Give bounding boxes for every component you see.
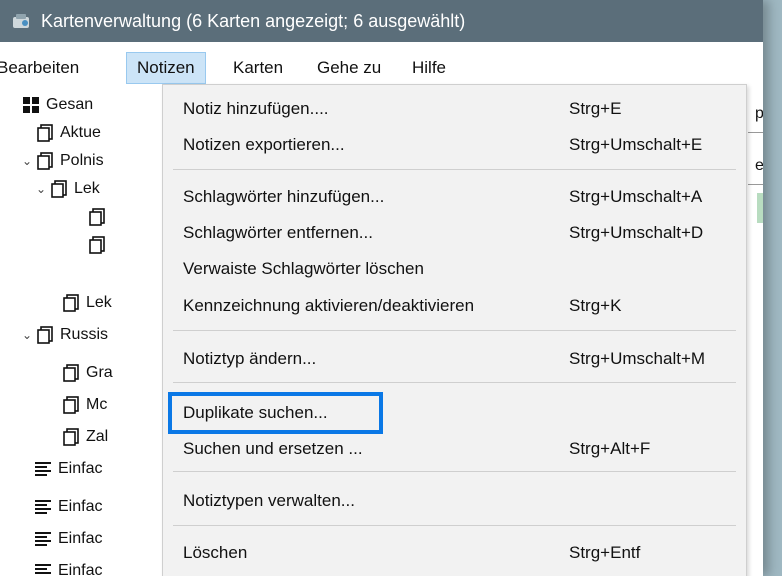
menu-item-label: Verwaiste Schlagwörter löschen <box>183 259 424 278</box>
cards-icon <box>89 208 105 226</box>
menu-item-label: Löschen <box>183 543 248 562</box>
chevron-down-icon[interactable]: ⌄ <box>36 175 50 203</box>
menu-separator <box>173 382 736 383</box>
tree-item-label: Lek <box>74 180 100 197</box>
cards-icon <box>51 180 67 198</box>
tree-item-aktuell[interactable]: Aktue <box>36 119 101 147</box>
menu-item-notizen-exportieren[interactable]: Notizen exportieren... Strg+Umschalt+E <box>163 129 746 161</box>
menu-item-label: Notiztyp ändern... <box>183 349 317 368</box>
tree-item-grammatik[interactable]: Gra <box>62 359 113 387</box>
menu-item-label: Suchen und ersetzen ... <box>183 439 363 458</box>
menu-item-label: Notiz hinzufügen.... <box>183 99 329 118</box>
menu-item-label: Schlagwörter hinzufügen... <box>183 187 385 206</box>
menu-item-label: Schlagwörter entfernen... <box>183 223 373 242</box>
menu-item-loeschen[interactable]: Löschen Strg+Entf <box>163 537 746 569</box>
notetype-icon <box>35 532 51 546</box>
tree-item-label: Lek <box>86 294 112 311</box>
menu-separator <box>173 525 736 526</box>
menu-item-shortcut: Strg+Alt+F <box>569 439 651 458</box>
tree-item-lektion-2[interactable]: Lek <box>62 289 112 317</box>
tree-item-russisch[interactable]: ⌄ Russis <box>22 321 108 349</box>
tree-item-label: Russis <box>60 326 109 343</box>
menu-gehe-zu[interactable]: Gehe zu <box>307 52 391 84</box>
tree-item-subdeck-1[interactable] <box>88 203 112 231</box>
menu-item-shortcut: Strg+K <box>569 296 622 315</box>
tree-item-label: Mc <box>86 396 108 413</box>
menu-item-notiztyp-aendern[interactable]: Notiztyp ändern... Strg+Umschalt+M <box>163 343 746 375</box>
menu-item-notiztypen-verwalten[interactable]: Notiztypen verwalten... <box>163 485 746 517</box>
cards-icon <box>63 396 79 414</box>
tree-item-label: Gra <box>86 364 113 381</box>
app-icon <box>13 14 29 28</box>
menu-bar: Bearbeiten Notizen Karten Gehe zu Hilfe <box>0 52 763 84</box>
menu-bearbeiten[interactable]: Bearbeiten <box>0 52 89 84</box>
menu-notizen[interactable]: Notizen <box>126 52 206 84</box>
tree-item-zahlen[interactable]: Zal <box>62 423 108 451</box>
menu-separator <box>173 169 736 170</box>
menu-item-schlagwoerter-hinzufuegen[interactable]: Schlagwörter hinzufügen... Strg+Umschalt… <box>163 181 746 213</box>
menu-item-shortcut: Strg+Umschalt+E <box>569 135 703 154</box>
tree-item-mc[interactable]: Mc <box>62 391 107 419</box>
notetype-icon <box>35 462 51 476</box>
sidebar-tree: Gesan Aktue ⌄ Polnis ⌄ Lek Lek ⌄ Russis … <box>0 84 140 576</box>
cards-icon <box>37 152 53 170</box>
menu-separator <box>173 330 736 331</box>
menu-item-schlagwoerter-entfernen[interactable]: Schlagwörter entfernen... Strg+Umschalt+… <box>163 217 746 249</box>
tree-item-notetype-3[interactable]: Einfac <box>34 525 102 553</box>
menu-item-verwaiste-schlagwoerter[interactable]: Verwaiste Schlagwörter löschen <box>163 253 746 285</box>
menu-item-label: Notizen exportieren... <box>183 135 345 154</box>
tree-item-notetype-1[interactable]: Einfac <box>34 455 102 483</box>
tree-item-label: Gesan <box>46 96 94 113</box>
title-bar: Kartenverwaltung (6 Karten angezeigt; 6 … <box>0 0 763 42</box>
tree-item-gesamt[interactable]: Gesan <box>22 91 93 119</box>
tree-item-label: Einfac <box>58 530 103 547</box>
tree-item-notetype-4[interactable]: Einfac <box>34 557 102 576</box>
tree-item-label: Einfac <box>58 460 103 477</box>
menu-item-label: Notiztypen verwalten... <box>183 491 355 510</box>
cards-icon <box>63 364 79 382</box>
menu-item-shortcut: Strg+E <box>569 99 622 118</box>
cards-icon <box>63 294 79 312</box>
tree-item-label: Zal <box>86 428 109 445</box>
column-header-fragment: elc <box>755 157 763 174</box>
tree-item-polnisch[interactable]: ⌄ Polnis <box>22 147 104 175</box>
notizen-menu-dropdown: Notiz hinzufügen.... Strg+E Notizen expo… <box>162 84 747 576</box>
menu-karten[interactable]: Karten <box>223 52 293 84</box>
menu-separator <box>173 471 736 472</box>
notetype-icon <box>35 500 51 514</box>
menu-item-notiz-hinzufuegen[interactable]: Notiz hinzufügen.... Strg+E <box>163 93 746 125</box>
table-edge: pe elc <box>755 95 763 576</box>
tree-item-label: Einfac <box>58 562 103 576</box>
column-header-fragment: pe <box>755 105 763 122</box>
chevron-down-icon[interactable]: ⌄ <box>22 321 36 349</box>
tree-item-lektion-1[interactable]: ⌄ Lek <box>36 175 100 203</box>
menu-item-kennzeichnung[interactable]: Kennzeichnung aktivieren/deaktivieren St… <box>163 290 746 322</box>
menu-item-shortcut: Strg+Umschalt+M <box>569 349 706 368</box>
grid-icon <box>23 97 39 113</box>
menu-item-suchen-und-ersetzen[interactable]: Suchen und ersetzen ... Strg+Alt+F <box>163 433 746 465</box>
tree-item-notetype-2[interactable]: Einfac <box>34 493 102 521</box>
cards-icon <box>63 428 79 446</box>
cards-icon <box>89 236 105 254</box>
window-title: Kartenverwaltung (6 Karten angezeigt; 6 … <box>41 11 466 31</box>
menu-item-shortcut: Strg+Umschalt+D <box>569 223 704 242</box>
browser-window: Kartenverwaltung (6 Karten angezeigt; 6 … <box>0 0 763 576</box>
chevron-down-icon[interactable]: ⌄ <box>22 147 36 175</box>
cards-icon <box>37 124 53 142</box>
menu-item-label: Kennzeichnung aktivieren/deaktivieren <box>183 296 475 315</box>
tree-item-label: Aktue <box>60 124 101 141</box>
notetype-icon <box>35 564 51 574</box>
tree-item-subdeck-2[interactable] <box>88 231 112 259</box>
menu-hilfe[interactable]: Hilfe <box>402 52 456 84</box>
tree-item-label: Polnis <box>60 152 104 169</box>
highlight-box <box>168 392 383 434</box>
menu-item-shortcut: Strg+Umschalt+A <box>569 187 703 206</box>
menu-item-shortcut: Strg+Entf <box>569 543 641 562</box>
cards-icon <box>37 326 53 344</box>
tree-item-label: Einfac <box>58 498 103 515</box>
